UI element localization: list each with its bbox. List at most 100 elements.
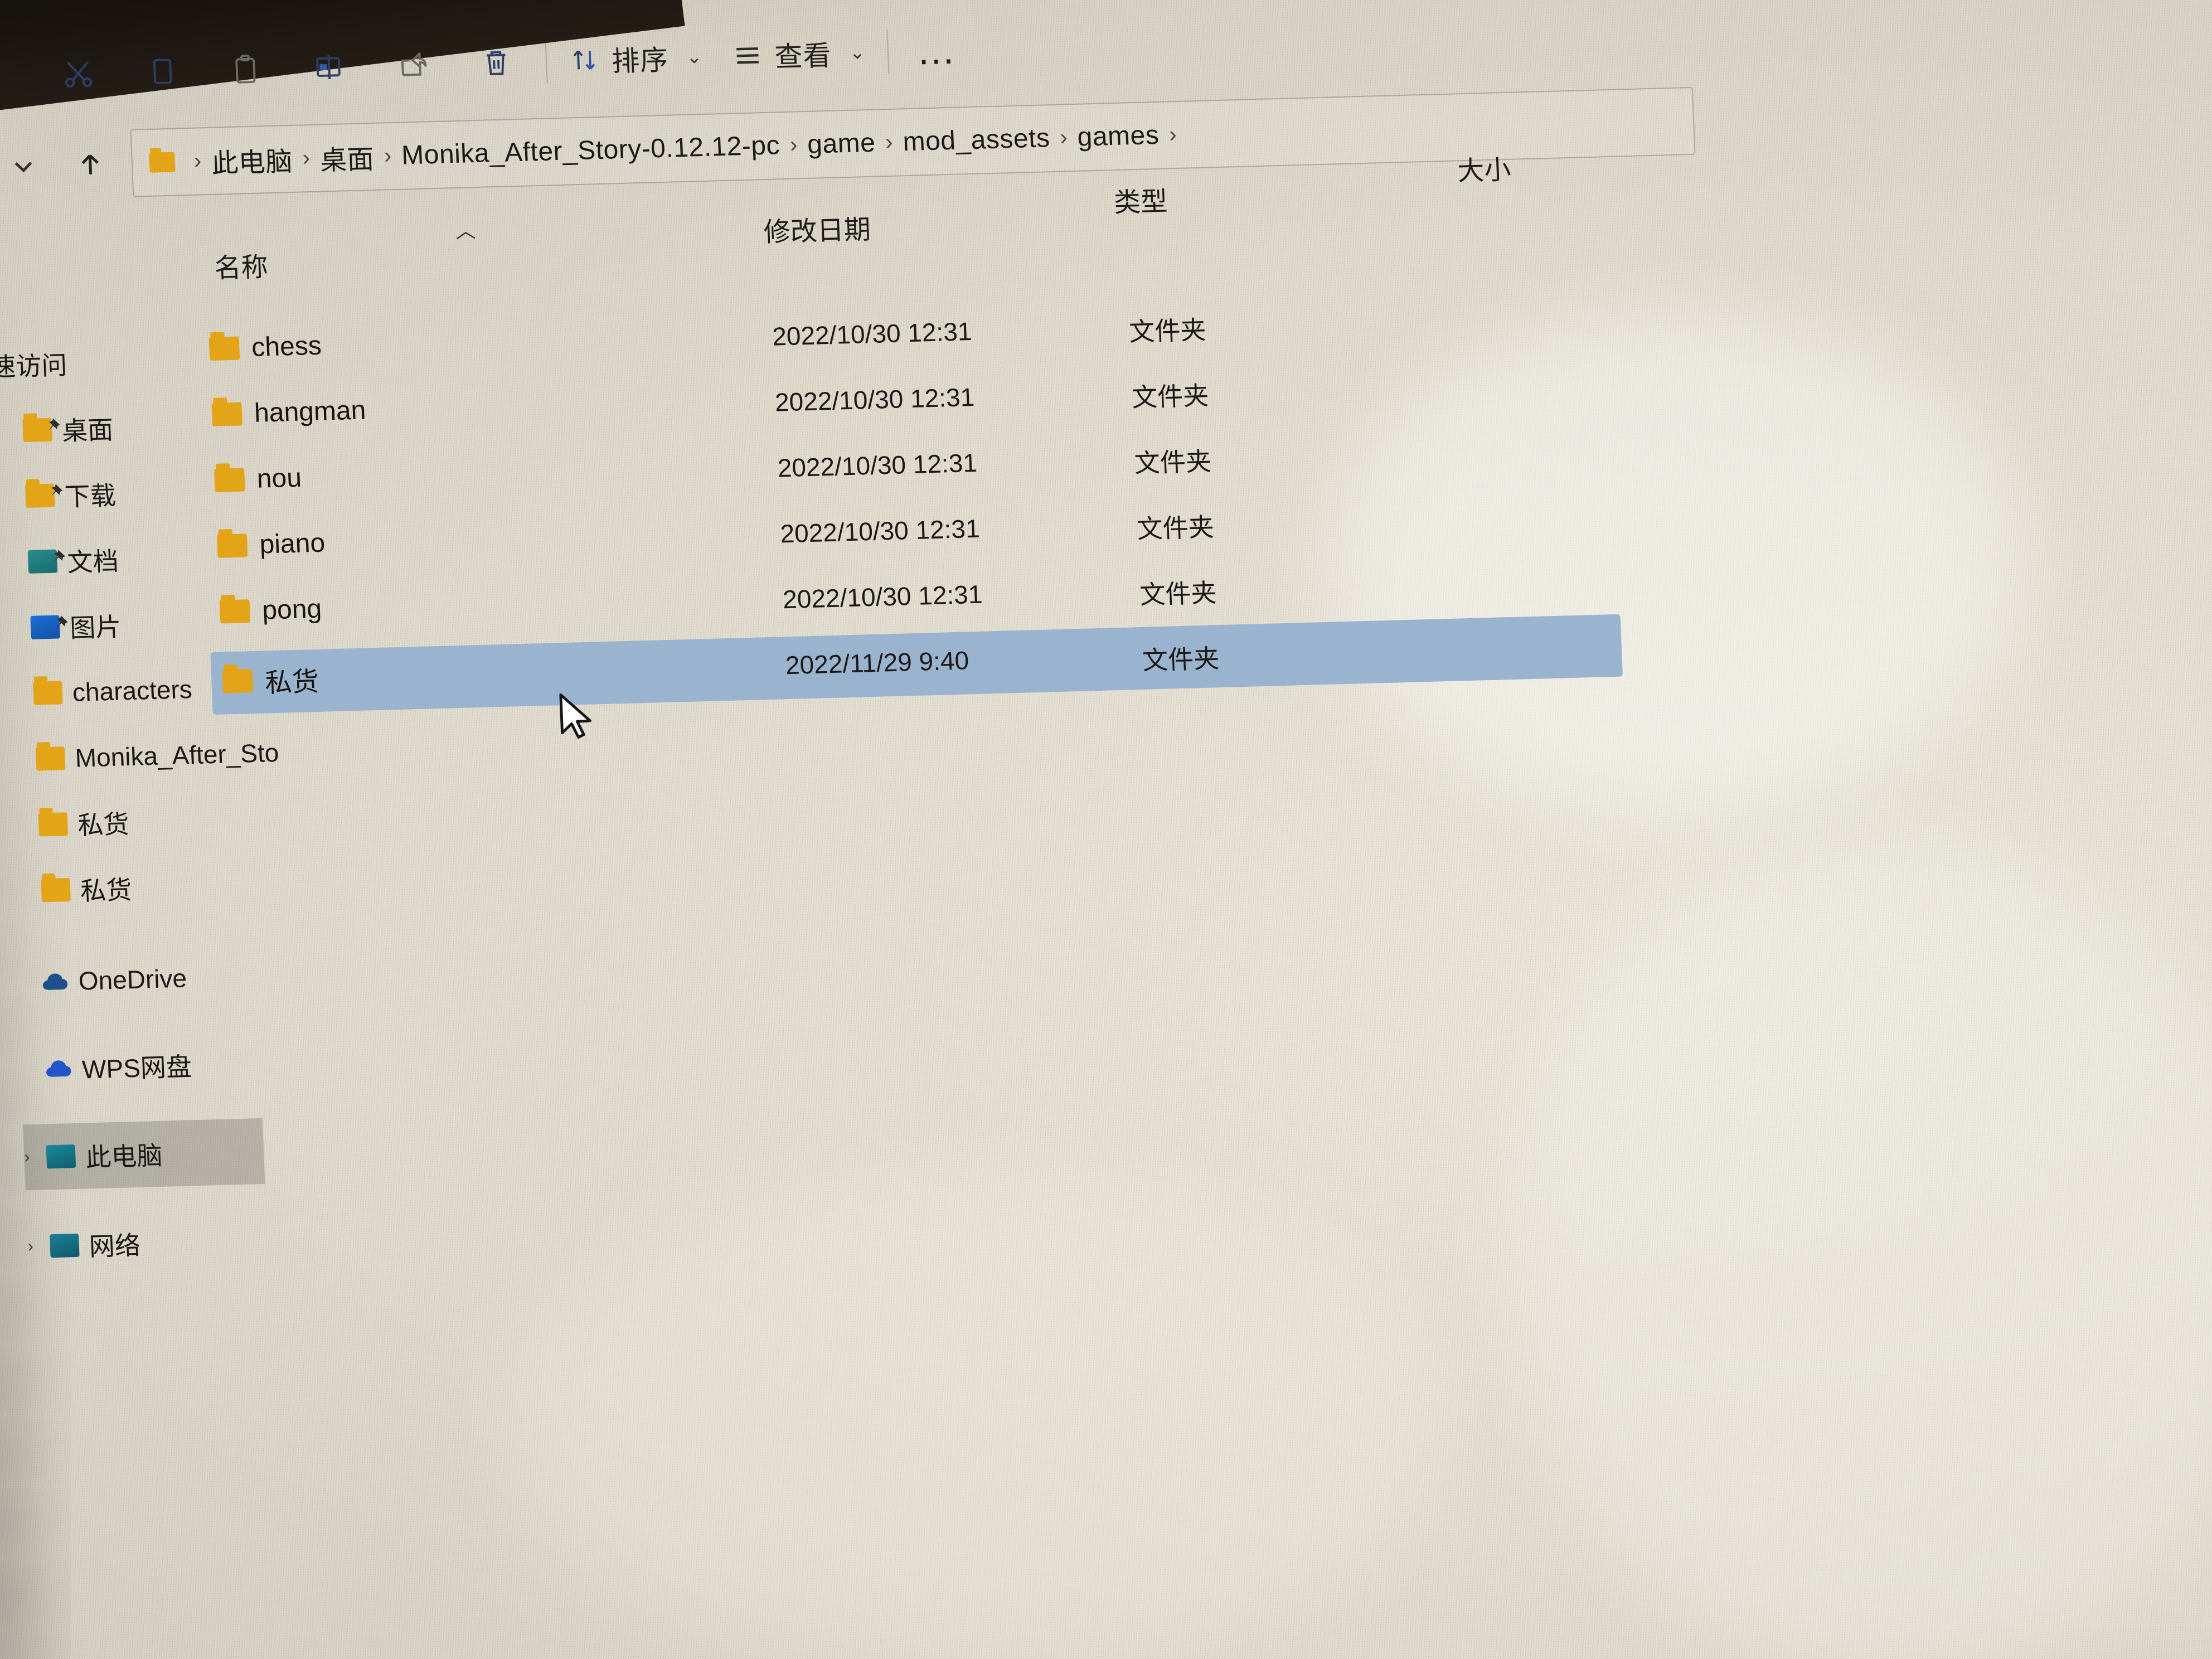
breadcrumb-item-mod-assets[interactable]: mod_assets <box>903 123 1051 157</box>
file-name: nou <box>256 463 302 494</box>
up-button[interactable] <box>56 130 125 198</box>
file-date: 2022/10/30 12:31 <box>779 513 981 549</box>
expand-chevron-icon <box>14 759 36 760</box>
sidebar-item-label: 下载 <box>64 481 117 512</box>
expand-chevron-icon: › <box>23 1148 31 1167</box>
expand-chevron-icon <box>17 982 40 983</box>
sidebar-item-desktop[interactable]: 桌面 <box>0 392 236 464</box>
sidebar-item-quick-access[interactable]: 快速访问 <box>0 326 234 399</box>
breadcrumb-item-game[interactable]: game <box>807 128 876 160</box>
sidebar-item-label: WPS网盘 <box>81 1052 192 1084</box>
rename-button[interactable] <box>286 32 372 101</box>
more-options-button[interactable]: … <box>895 16 982 85</box>
rename-icon <box>316 55 341 80</box>
file-name-cell[interactable]: chess <box>208 331 322 364</box>
cloud-icon <box>39 969 69 993</box>
cut-button[interactable] <box>35 39 122 108</box>
expand-chevron-icon <box>11 693 33 694</box>
file-name: hangman <box>254 395 367 428</box>
breadcrumb-item-mas[interactable]: Monika_After_Story-0.12.12-pc <box>401 130 780 171</box>
this-pc-icon <box>46 1144 76 1169</box>
folder-icon <box>211 401 242 426</box>
file-name-cell[interactable]: pong <box>219 594 322 627</box>
sidebar-item-monika-after-story[interactable]: Monika_After_Sto <box>7 720 279 793</box>
share-button[interactable] <box>370 30 456 99</box>
sort-button[interactable]: 排序 ⌄ <box>554 23 718 94</box>
delete-button[interactable] <box>453 28 540 97</box>
sidebar-item-label: 网络 <box>88 1230 141 1262</box>
column-header-name[interactable]: 名称 <box>214 245 269 285</box>
view-label: 查看 <box>774 40 832 73</box>
chevron-down-icon: ⌄ <box>848 42 866 64</box>
paste-icon <box>235 54 256 84</box>
breadcrumb-separator: › <box>193 148 202 173</box>
history-dropdown-button[interactable] <box>0 132 58 200</box>
sidebar-item-label: 桌面 <box>61 415 114 446</box>
file-explorer-window: 排序 ⌄ 查看 ⌄ … › 此电脑 › 桌面 › Monika_After_St… <box>0 0 2212 1659</box>
breadcrumb-separator: › <box>789 132 798 157</box>
pin-icon <box>51 484 63 496</box>
sidebar-item-this-pc[interactable]: › 此电脑 <box>22 1118 265 1191</box>
expand-chevron-icon: › <box>27 1237 34 1256</box>
file-name-cell[interactable]: 私货 <box>222 659 319 701</box>
breadcrumb-separator: › <box>1059 125 1068 150</box>
folder-icon <box>208 336 240 361</box>
share-icon <box>401 52 427 76</box>
column-header-size[interactable]: 大小 <box>1457 148 1512 188</box>
breadcrumb-item-this-pc[interactable]: 此电脑 <box>211 139 293 180</box>
expand-chevron-icon <box>16 825 38 826</box>
folder-icon <box>214 467 245 492</box>
sidebar-item-pictures[interactable]: 图片 <box>2 589 244 662</box>
expand-chevron-icon <box>1 430 23 431</box>
file-name: piano <box>259 528 326 560</box>
file-date: 2022/10/30 12:31 <box>774 382 976 417</box>
file-name-cell[interactable]: piano <box>216 528 326 561</box>
folder-icon <box>219 599 251 624</box>
file-date: 2022/10/30 12:31 <box>772 317 973 351</box>
breadcrumb-separator: › <box>1168 122 1177 147</box>
sidebar-item-label: 文档 <box>66 546 119 577</box>
paste-button[interactable] <box>202 35 289 104</box>
file-type: 文件夹 <box>1142 644 1220 675</box>
pin-icon <box>48 418 60 430</box>
sidebar-item-network[interactable]: › 网络 <box>26 1207 269 1280</box>
folder-icon <box>222 669 254 693</box>
column-header-date[interactable]: 修改日期 <box>763 207 871 249</box>
sidebar-item-characters[interactable]: characters <box>4 654 247 727</box>
folder-icon <box>149 152 176 173</box>
expand-chevron-icon <box>3 496 26 497</box>
breadcrumb-separator: › <box>384 143 392 168</box>
list-view-icon <box>736 47 759 64</box>
sidebar-item-label: 快速访问 <box>0 350 68 382</box>
pin-icon <box>56 615 68 628</box>
sidebar-item-documents[interactable]: 文档 <box>0 523 241 596</box>
sidebar-item-wps-cloud[interactable]: WPS网盘 <box>20 1030 262 1103</box>
file-name: 私货 <box>264 667 319 698</box>
file-date: 2022/10/30 12:31 <box>777 448 978 483</box>
sidebar-item-label: 私货 <box>77 809 130 840</box>
breadcrumb-separator: › <box>885 129 894 155</box>
sidebar-item-label: 此电脑 <box>85 1141 163 1172</box>
copy-button[interactable] <box>119 37 205 106</box>
file-date: 2022/10/30 12:31 <box>782 579 983 614</box>
file-type: 文件夹 <box>1133 447 1212 478</box>
network-icon <box>49 1233 80 1258</box>
sidebar-item-sihuo-2[interactable]: 私货 <box>12 852 255 924</box>
column-header-type[interactable]: 类型 <box>1113 179 1168 220</box>
file-type: 文件夹 <box>1128 315 1207 347</box>
folder-icon <box>38 812 69 837</box>
sidebar-item-sihuo-1[interactable]: 私货 <box>9 786 252 858</box>
sidebar-item-label: characters <box>71 675 193 707</box>
copy-icon <box>153 59 172 85</box>
folder-icon <box>33 681 63 705</box>
folder-icon <box>35 746 66 771</box>
file-name-cell[interactable]: hangman <box>211 395 366 429</box>
file-type: 文件夹 <box>1136 512 1215 544</box>
file-name-cell[interactable]: nou <box>214 463 302 496</box>
view-button[interactable]: 查看 ⌄ <box>715 18 881 90</box>
breadcrumb-item-desktop[interactable]: 桌面 <box>319 137 375 177</box>
sidebar-item-downloads[interactable]: 下载 <box>0 458 239 530</box>
breadcrumb-item-games[interactable]: games <box>1077 120 1160 153</box>
sidebar-item-onedrive[interactable]: OneDrive <box>16 943 258 1016</box>
breadcrumb-separator: › <box>302 145 311 171</box>
